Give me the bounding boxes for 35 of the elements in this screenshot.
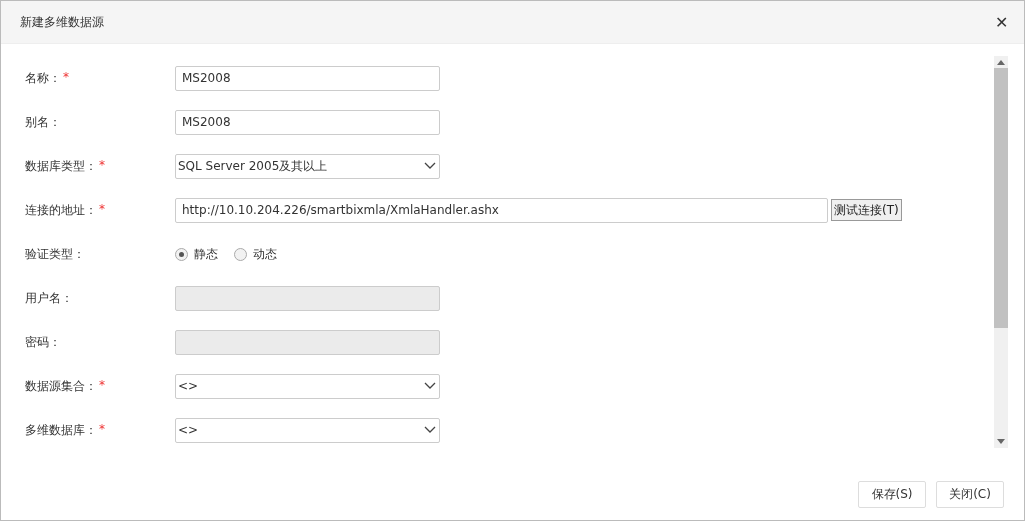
field-label: 用户名：	[25, 289, 73, 307]
required-mark: *	[99, 377, 105, 394]
dropdown-field[interactable]: <>	[175, 417, 440, 443]
field-label: 连接的地址：	[25, 201, 97, 219]
required-mark: *	[99, 421, 105, 438]
dropdown-field[interactable]: <>	[175, 373, 440, 399]
field-label: 名称：	[25, 69, 61, 87]
dropdown-field[interactable]: SQL Server 2005及其以上	[175, 153, 440, 179]
close-button[interactable]: ✕	[991, 12, 1012, 32]
chevron-down-icon	[424, 426, 436, 434]
required-mark: *	[63, 69, 69, 86]
required-mark: *	[99, 157, 105, 174]
input-field[interactable]: MS2008	[175, 109, 440, 135]
test-connection-button[interactable]: 测试连接(T)	[831, 199, 902, 221]
scrollbar[interactable]	[994, 56, 1008, 448]
field-label: 密码：	[25, 333, 61, 351]
radio-label: 动态	[253, 245, 277, 263]
required-mark: *	[99, 201, 105, 218]
radio-button[interactable]	[175, 247, 188, 261]
chevron-down-icon	[424, 162, 436, 170]
field-label: 数据源集合：	[25, 377, 97, 395]
dialog-title: 新建多维数据源	[20, 13, 104, 31]
dialog-button[interactable]: 关闭(C)	[936, 480, 1004, 508]
radio-label: 静态	[194, 245, 218, 263]
scroll-down-icon[interactable]	[997, 439, 1005, 445]
radio-button[interactable]	[234, 247, 247, 261]
field-label: 多维数据库：	[25, 421, 97, 439]
field-label: 别名：	[25, 113, 61, 131]
dialog-button[interactable]: 保存(S)	[858, 480, 926, 508]
scroll-up-icon[interactable]	[997, 59, 1005, 65]
chevron-down-icon	[424, 382, 436, 390]
field-label: 验证类型：	[25, 245, 85, 263]
input-field[interactable]: MS2008	[175, 65, 440, 91]
field-label: 数据库类型：	[25, 157, 97, 175]
input-field[interactable]: http://10.10.204.226/smartbixmla/XmlaHandler.ashx	[175, 197, 828, 223]
